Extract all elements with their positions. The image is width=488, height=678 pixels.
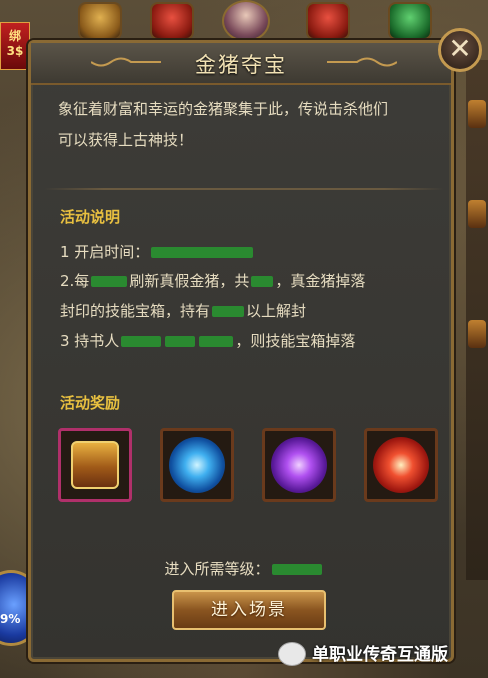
wechat-logo-icon xyxy=(278,642,306,666)
side-menu-icon[interactable] xyxy=(468,100,486,128)
dialog-intro: 象征着财富和幸运的金猪聚集于此，传说击杀他们 可以获得上古神技！ xyxy=(58,94,438,156)
required-level-value xyxy=(271,564,322,575)
reward-treasure-chest[interactable] xyxy=(58,428,132,502)
blue-skill-orb-icon xyxy=(169,437,225,493)
info-line-open-time: 1 开启时间： xyxy=(60,241,255,262)
section-divider xyxy=(44,188,444,190)
close-icon: ✕ xyxy=(448,32,472,65)
top-chest-icon[interactable] xyxy=(78,2,122,40)
purple-skill-orb-icon xyxy=(271,437,327,493)
bookholder-class-1 xyxy=(121,336,162,347)
refresh-suffix: ，真金猪掉落 xyxy=(275,272,366,290)
character-avatar[interactable] xyxy=(222,0,270,42)
bookholder-class-2 xyxy=(165,336,196,347)
watermark-text: 单职业传奇互通版 xyxy=(312,645,448,665)
right-side-menu xyxy=(466,60,488,580)
enter-scene-button[interactable]: 进入场景 xyxy=(172,590,326,630)
close-button[interactable]: ✕ xyxy=(438,28,482,72)
side-menu-icon[interactable] xyxy=(468,200,486,228)
info-line-bookholder: 3 持书人 ，则技能宝箱掉落 xyxy=(60,330,355,351)
unseal-requirement-value xyxy=(212,306,245,317)
title-ornament-right-icon xyxy=(327,57,397,67)
intro-line-2: 可以获得上古神技！ xyxy=(58,131,194,149)
dialog-title-bar: 金猪夺宝 xyxy=(31,43,451,85)
unseal-prefix: 封印的技能宝箱，持有 xyxy=(60,302,211,320)
side-menu-icon[interactable] xyxy=(468,320,486,348)
info-line-unseal: 封印的技能宝箱，持有 以上解封 xyxy=(60,300,306,321)
reward-purple-skill[interactable] xyxy=(262,428,336,502)
refresh-prefix: 2.每 xyxy=(60,272,90,290)
top-gem-icon[interactable] xyxy=(388,2,432,40)
intro-line-1: 象征着财富和幸运的金猪聚集于此，传说击杀他们 xyxy=(58,100,389,118)
open-time-value xyxy=(151,247,254,258)
pig-count-value xyxy=(251,276,274,287)
bookholder-class-3 xyxy=(199,336,234,347)
activity-section-title: 活动说明 xyxy=(60,208,121,226)
rewards-section-title: 活动奖励 xyxy=(60,394,121,412)
refresh-mid: 刷新真假金猪，共 xyxy=(129,272,250,290)
required-level-label: 进入所需等级： xyxy=(164,560,270,578)
top-icon-bar xyxy=(0,0,488,42)
reward-red-skill[interactable] xyxy=(364,428,438,502)
unseal-suffix: 以上解封 xyxy=(246,302,307,320)
top-gift-icon[interactable] xyxy=(306,2,350,40)
side-bind-badge[interactable]: 绑 3$ xyxy=(0,22,30,70)
top-event-icon[interactable] xyxy=(150,2,194,40)
refresh-interval-value xyxy=(91,276,128,287)
reward-blue-skill[interactable] xyxy=(160,428,234,502)
required-level-line: 进入所需等级： xyxy=(0,558,488,579)
watermark: 单职业传奇互通版 xyxy=(278,640,488,670)
bookholder-prefix: 3 持书人 xyxy=(60,332,120,350)
red-skill-orb-icon xyxy=(373,437,429,493)
orb-percent: 9% xyxy=(0,612,21,626)
bookholder-suffix: ，则技能宝箱掉落 xyxy=(235,332,356,350)
info-line-refresh: 2.每 刷新真假金猪，共 ，真金猪掉落 xyxy=(60,270,365,291)
treasure-chest-icon xyxy=(71,441,119,489)
open-time-label: 1 开启时间： xyxy=(60,243,150,261)
